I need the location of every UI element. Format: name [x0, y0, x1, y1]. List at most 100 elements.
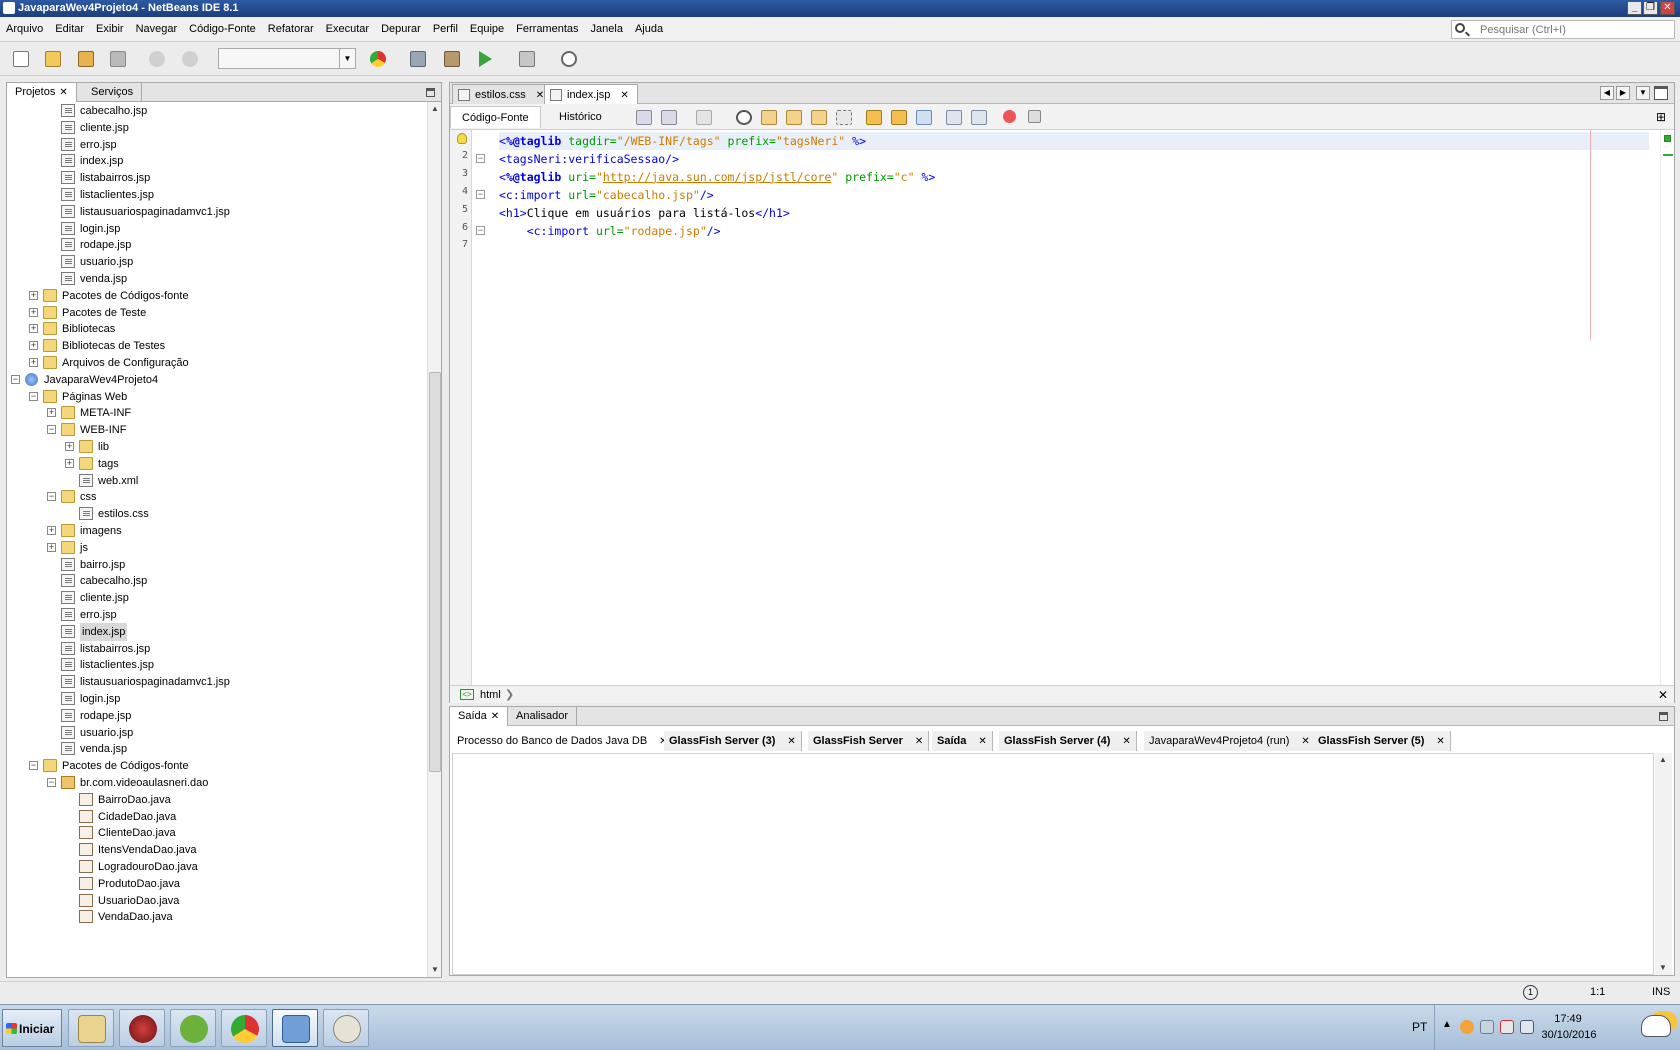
tree-item[interactable]: erro.jsp: [7, 136, 427, 154]
tree-item[interactable]: cliente.jsp: [7, 589, 427, 607]
scroll-up-icon[interactable]: ▲: [1657, 754, 1669, 766]
close-icon[interactable]: ✕: [978, 736, 986, 747]
tree-item[interactable]: BairroDao.java: [7, 791, 427, 809]
projects-scrollbar[interactable]: ▲ ▼: [427, 102, 441, 977]
fold-toggle-icon[interactable]: −: [476, 153, 485, 163]
collapse-icon[interactable]: −: [47, 492, 56, 502]
tree-item[interactable]: rodape.jsp: [7, 707, 427, 725]
tree-item[interactable]: + META-INF: [7, 404, 427, 422]
split-editor-icon[interactable]: ⊞: [1656, 111, 1668, 123]
find-previous-icon[interactable]: [761, 110, 777, 125]
new-project-button[interactable]: [41, 48, 65, 70]
menu-exibir[interactable]: Exibir: [90, 17, 130, 42]
tree-item[interactable]: cliente.jsp: [7, 119, 427, 137]
tree-item[interactable]: web.xml: [7, 472, 427, 490]
subtab-codigo-fonte[interactable]: Código-Fonte: [450, 106, 541, 128]
maximize-button[interactable]: ❐: [1643, 1, 1658, 15]
code-line[interactable]: <h1>Clique em usuários para listá-los</h…: [499, 204, 790, 222]
build-button[interactable]: [406, 48, 430, 70]
tab-analisador[interactable]: Analisador: [508, 707, 577, 726]
fold-toggle-icon[interactable]: −: [476, 225, 485, 235]
close-icon[interactable]: ✕: [1122, 736, 1130, 747]
output-tab-run[interactable]: JavaparaWev4Projeto4 (run) ✕: [1144, 731, 1316, 751]
expand-icon[interactable]: +: [29, 307, 38, 317]
tree-item[interactable]: estilos.css: [7, 505, 427, 523]
menu-codigo-fonte[interactable]: Código-Fonte: [183, 17, 262, 42]
output-tab-java-db[interactable]: Processo do Banco de Dados Java DB✕: [452, 731, 674, 751]
collapse-icon[interactable]: −: [11, 374, 20, 384]
minimize-panel-icon[interactable]: [426, 88, 435, 97]
expand-icon[interactable]: +: [29, 341, 38, 351]
tree-item[interactable]: + tags: [7, 455, 427, 473]
scroll-up-icon[interactable]: ▲: [429, 103, 441, 115]
search-box[interactable]: [1451, 20, 1675, 39]
forward-icon[interactable]: [696, 110, 712, 125]
clock-time[interactable]: 17:49: [1543, 1013, 1593, 1025]
start-button[interactable]: Iniciar: [2, 1009, 62, 1047]
tab-projetos[interactable]: Projetos ✕: [7, 83, 77, 102]
close-icon[interactable]: ✕: [620, 90, 628, 101]
menu-executar[interactable]: Executar: [320, 17, 375, 42]
expand-icon[interactable]: +: [65, 442, 74, 451]
scroll-down-icon[interactable]: ▼: [1657, 962, 1669, 974]
tree-item[interactable]: usuario.jsp: [7, 724, 427, 742]
task-chrome[interactable]: [221, 1009, 267, 1047]
menu-ferramentas[interactable]: Ferramentas: [510, 17, 584, 42]
tree-item[interactable]: + Pacotes de Teste: [7, 304, 427, 322]
maximize-editor-icon[interactable]: [1654, 86, 1668, 100]
tree-item[interactable]: listaclientes.jsp: [7, 656, 427, 674]
profile-button[interactable]: [557, 48, 581, 70]
toggle-bookmark-icon[interactable]: [916, 110, 932, 125]
expand-icon[interactable]: +: [65, 458, 74, 468]
search-input[interactable]: [1480, 21, 1670, 38]
output-tab-glassfish-3[interactable]: GlassFish Server (3) ✕: [664, 731, 802, 751]
expand-icon[interactable]: +: [29, 358, 38, 367]
tree-item[interactable]: − JavaparaWev4Projeto4: [7, 371, 427, 389]
menu-depurar[interactable]: Depurar: [375, 17, 427, 42]
expand-icon[interactable]: +: [47, 526, 56, 535]
tree-item[interactable]: + Bibliotecas de Testes: [7, 337, 427, 355]
tree-item[interactable]: ItensVendaDao.java: [7, 841, 427, 859]
code-line[interactable]: <tagsNeri:verificaSessao/>: [499, 150, 679, 168]
expand-icon[interactable]: +: [47, 542, 56, 552]
menu-perfil[interactable]: Perfil: [427, 17, 464, 42]
task-netbeans[interactable]: [272, 1009, 318, 1047]
stop-macro-recording-icon[interactable]: [1028, 110, 1041, 123]
close-icon[interactable]: ✕: [491, 711, 499, 722]
shift-left-icon[interactable]: [946, 110, 962, 125]
close-icon[interactable]: ✕: [536, 90, 544, 101]
tree-item[interactable]: + Bibliotecas: [7, 320, 427, 338]
expand-icon[interactable]: +: [29, 290, 38, 300]
change-marker[interactable]: [1663, 154, 1673, 156]
scroll-tabs-left-icon[interactable]: ◀: [1600, 86, 1614, 100]
code-line[interactable]: <c:import url="rodape.jsp"/>: [499, 222, 721, 240]
tree-item[interactable]: bairro.jsp: [7, 556, 427, 574]
output-tab-saida[interactable]: Saída ✕: [932, 731, 993, 751]
tree-item[interactable]: CidadeDao.java: [7, 808, 427, 826]
tree-item[interactable]: listausuariospaginadamvc1.jsp: [7, 673, 427, 691]
task-file-manager[interactable]: [68, 1009, 114, 1047]
tab-servicos[interactable]: Serviços: [83, 83, 143, 102]
task-paint[interactable]: [323, 1009, 369, 1047]
tree-item[interactable]: + Arquivos de Configuração: [7, 354, 427, 372]
hint-lightbulb-icon[interactable]: [457, 133, 467, 144]
avast-icon[interactable]: [1460, 1020, 1474, 1034]
close-icon[interactable]: ✕: [1301, 736, 1309, 747]
menu-refatorar[interactable]: Refatorar: [262, 17, 320, 42]
tree-item[interactable]: − Páginas Web: [7, 388, 427, 406]
code-line[interactable]: <c:import url="cabecalho.jsp"/>: [499, 186, 714, 204]
find-icon[interactable]: [736, 110, 752, 125]
volume-icon[interactable]: [1480, 1020, 1494, 1034]
tree-item[interactable]: UsuarioDao.java: [7, 892, 427, 910]
tree-item[interactable]: venda.jsp: [7, 270, 427, 288]
toggle-rect-selection-icon[interactable]: [836, 110, 852, 125]
clock-date[interactable]: 30/10/2016: [1539, 1029, 1599, 1041]
new-file-button[interactable]: [9, 48, 33, 70]
back-icon[interactable]: [661, 110, 677, 125]
weather-icon[interactable]: [1641, 1015, 1671, 1037]
tree-item[interactable]: usuario.jsp: [7, 253, 427, 271]
close-project-button[interactable]: [106, 48, 130, 70]
tree-item[interactable]: + lib: [7, 438, 427, 456]
scroll-down-icon[interactable]: ▼: [429, 964, 441, 976]
tree-item[interactable]: cabecalho.jsp: [7, 102, 427, 120]
